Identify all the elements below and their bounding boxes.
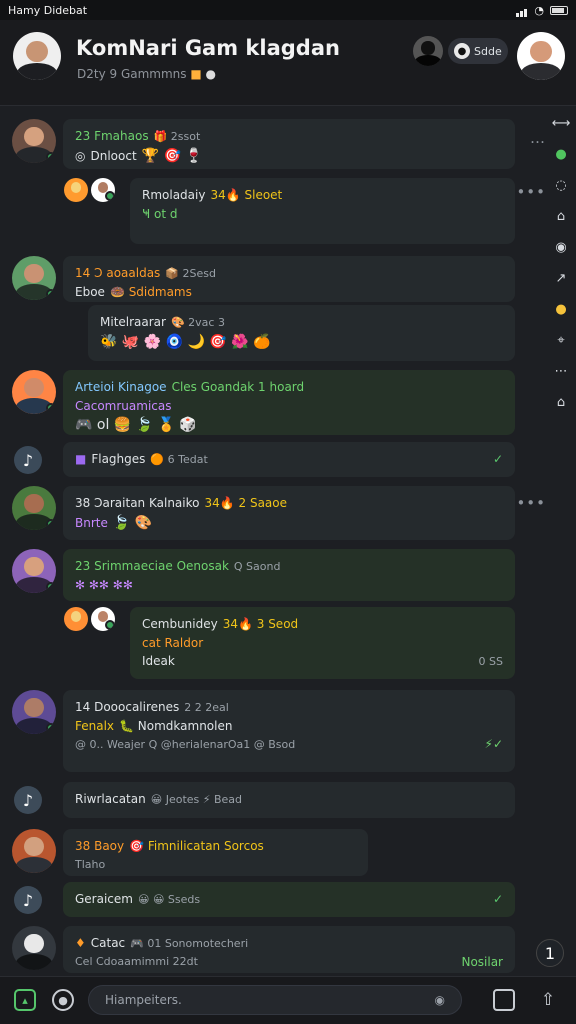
avatar[interactable] <box>91 607 115 631</box>
message-input[interactable]: Hiampeiters. ◉ <box>88 985 462 1015</box>
avatar[interactable] <box>12 370 56 414</box>
avatar[interactable] <box>12 690 56 734</box>
status-bar: Hamy Didebat ◔ <box>0 0 576 20</box>
avatar[interactable]: ♪ <box>14 786 42 814</box>
bottom-bar: ▴ ● Hiampeiters. ◉ ⇧ <box>0 976 576 1024</box>
avatar[interactable] <box>12 926 56 970</box>
message-card[interactable]: 14 Ɔ aoaaldas 📦 2Sesd Eboe 🍩 Sdidmams <box>63 256 515 302</box>
share-icon[interactable]: ↗ <box>553 270 569 286</box>
sticker-icon[interactable]: ● <box>52 989 74 1011</box>
system-indicators: ◔ <box>516 4 568 17</box>
avatar[interactable]: ♪ <box>14 886 42 914</box>
signal-icon <box>516 4 528 17</box>
message-card[interactable]: ■ Flaghges 🟠 6 Tedat ✓ <box>63 442 515 477</box>
square-icon[interactable] <box>493 989 515 1011</box>
floating-button[interactable]: 1 <box>536 939 564 967</box>
profile-icon: ● <box>454 43 470 59</box>
status-pill[interactable]: ● Sdde <box>448 38 508 64</box>
avatar[interactable] <box>12 486 56 530</box>
small-avatar[interactable] <box>413 36 443 66</box>
more-icon[interactable]: ••• <box>516 183 546 201</box>
message-card[interactable]: 23 Fmahaos 🎁 2ssot ◎ Dnlooct 🏆 🎯 🍷 <box>63 119 515 169</box>
more-icon[interactable]: … <box>530 129 546 147</box>
check-icon: ✓ <box>492 892 503 906</box>
avatar[interactable] <box>517 32 565 80</box>
avatar-icon[interactable]: ◉ <box>553 239 569 255</box>
smile-icon[interactable]: ◌ <box>553 177 569 193</box>
page-title: KomNari Gam klagdan <box>76 36 340 60</box>
avatar[interactable] <box>13 32 61 80</box>
avatar[interactable] <box>64 178 88 202</box>
wifi-icon: ◔ <box>534 3 544 17</box>
home-icon[interactable]: ⌂ <box>553 208 569 224</box>
battery-icon <box>550 5 568 15</box>
message-card[interactable]: 14 Dooocalirenes 2 2 2eal Fenalx 🐛 Nomdkam… <box>63 690 515 772</box>
reply-card[interactable]: Mitelraarar 🎨 2vac 3 🐝 🐙 🌸 🧿 🌙 🎯 🌺 🍊 <box>88 305 515 361</box>
location-icon[interactable]: ⌖ <box>553 332 569 348</box>
emoji-icon[interactable]: ● <box>553 301 569 317</box>
avatar[interactable] <box>64 607 88 631</box>
reply-card[interactable]: Cembunidey 34🔥 3 Seod cat Raldor Ideak 0 S… <box>130 607 515 679</box>
activity-icon: ◎ <box>75 149 86 164</box>
send-icon[interactable]: ⇧ <box>537 989 559 1011</box>
avatar[interactable] <box>91 178 115 202</box>
avatar[interactable] <box>12 256 56 300</box>
check-icon: ✓ <box>492 452 503 466</box>
collapse-icon[interactable]: ⟷ <box>552 115 571 131</box>
green-dot-icon[interactable]: ● <box>553 146 569 162</box>
message-card[interactable]: 23 Srimmaeciae Oenosak Q Saond ✻ ✻✻ ✻✻ <box>63 549 515 601</box>
chat-header: KomNari Gam klagdan D2ty 9 Gammmns ■ ● ●… <box>0 20 576 106</box>
house-icon[interactable]: ⌂ <box>553 394 569 410</box>
reply-card[interactable]: Rmoladaiy 34🔥 Sleoet Ҹ ot d <box>130 178 515 244</box>
message-card[interactable]: Riwrlacatan 😀 Jeotes ⚡ Bead <box>63 782 515 818</box>
more-icon[interactable]: ⋯ <box>553 363 569 379</box>
avatar[interactable] <box>12 119 56 163</box>
message-card[interactable]: ♦ Catac 🎮 01 Sonomotecheri Cel Cdoaamimmi … <box>63 926 515 973</box>
message-card[interactable]: Geraicem 😀 😀 Sseds ✓ <box>63 882 515 917</box>
chat-app: Hamy Didebat ◔ KomNari Gam klagdan D2ty … <box>0 0 576 1024</box>
avatar[interactable] <box>12 829 56 873</box>
page-subtitle: D2ty 9 Gammmns ■ ● <box>77 67 217 81</box>
avatar[interactable]: ♪ <box>14 446 42 474</box>
message-card[interactable]: Arteioi Kinagoe Cles Goandak 1 hoard Caco… <box>63 370 515 435</box>
message-card[interactable]: 38 Ɔaraitan Kalnaiko 34🔥 2 Saaoe Bnrte 🍃 🎨 <box>63 486 515 540</box>
side-rail: ⟷ ● ◌ ⌂ ◉ ↗ ● ⌖ ⋯ ⌂ <box>546 115 576 410</box>
avatar[interactable] <box>12 549 56 593</box>
more-icon[interactable]: ••• <box>516 494 546 512</box>
app-icon[interactable]: ▴ <box>14 989 36 1011</box>
carrier-label: Hamy Didebat <box>8 3 88 17</box>
message-card[interactable]: 38 Baoy 🎯 Fimnilicatan Sorcos Tlaho <box>63 829 368 876</box>
